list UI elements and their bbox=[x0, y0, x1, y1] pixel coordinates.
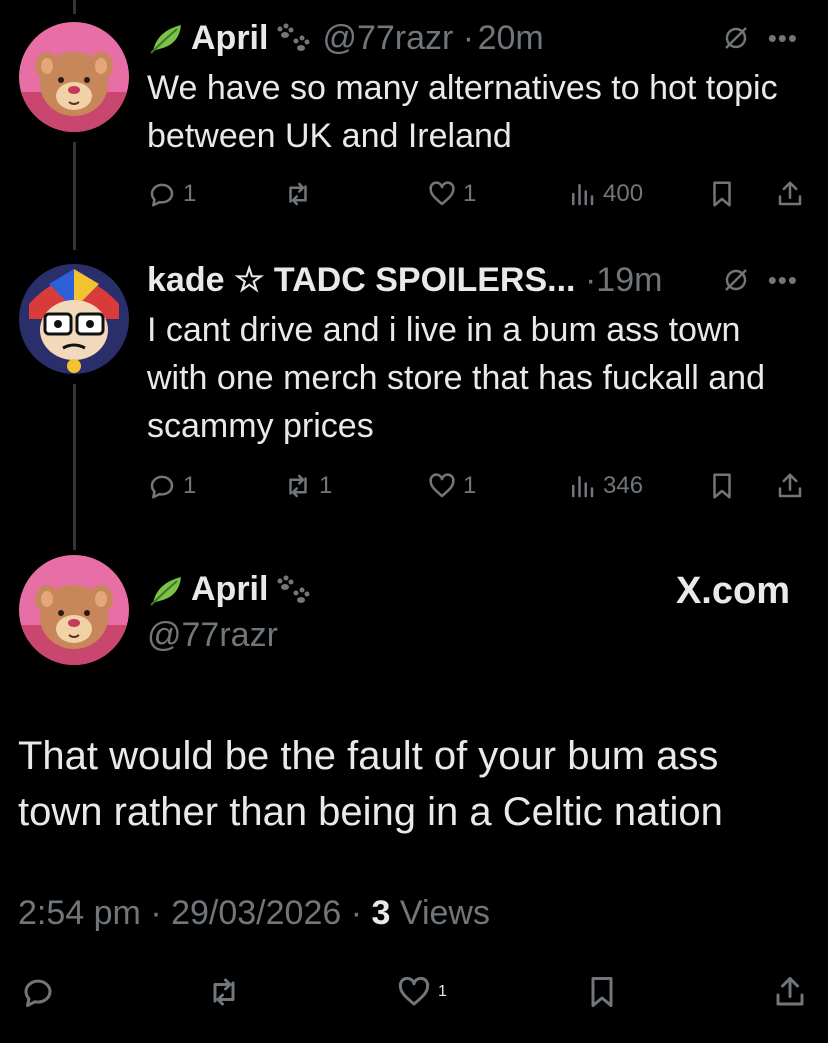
tweet-thread-view: April @77razr · 20m ••• We have so many … bbox=[0, 0, 828, 1043]
share-button[interactable] bbox=[775, 466, 805, 506]
x-com-watermark: X.com bbox=[675, 570, 790, 612]
repost-icon bbox=[213, 978, 235, 1006]
tweet-text: I cant drive and i live in a bum ass tow… bbox=[147, 311, 765, 445]
like-button[interactable]: 1 bbox=[396, 972, 447, 1012]
more-icon[interactable]: ••• bbox=[768, 18, 798, 58]
main-handle[interactable]: @77razr bbox=[147, 616, 278, 655]
tweet-actions: 1 1 1 346 bbox=[147, 466, 817, 506]
share-button[interactable] bbox=[772, 972, 808, 1012]
tweet-header: kade ☆ TADC SPOILERS... · 19m ••• bbox=[147, 260, 798, 300]
bookmark-button[interactable] bbox=[707, 466, 737, 506]
like-count: 1 bbox=[463, 472, 477, 499]
views-count: 3 bbox=[371, 894, 391, 932]
views-label: Views bbox=[399, 894, 490, 932]
avatar-image-lion-cub bbox=[19, 555, 129, 665]
reply-icon bbox=[150, 183, 174, 207]
dot-separator: · bbox=[150, 894, 172, 932]
avatar[interactable] bbox=[19, 22, 129, 132]
heart-icon bbox=[429, 473, 455, 498]
share-icon bbox=[776, 977, 804, 1006]
thread-line-1 bbox=[73, 142, 76, 250]
paw-prints-emoji-icon bbox=[277, 23, 310, 51]
bookmark-icon bbox=[713, 473, 731, 499]
share-icon bbox=[778, 473, 802, 498]
main-tweet-text: That would be the fault of your bum ass … bbox=[18, 734, 723, 834]
thread-line-top bbox=[73, 0, 76, 14]
display-name[interactable]: kade ☆ TADC SPOILERS... bbox=[147, 260, 576, 300]
main-avatar[interactable] bbox=[19, 555, 129, 665]
reply-icon bbox=[24, 979, 52, 1007]
timestamp[interactable]: 20m bbox=[478, 18, 544, 58]
views-chart-icon bbox=[572, 184, 594, 206]
reply-button[interactable]: 1 bbox=[147, 174, 196, 214]
tweet-header: April @77razr · 20m ••• bbox=[147, 18, 798, 58]
like-count: 1 bbox=[463, 180, 477, 207]
main-tweet-actions: 1 bbox=[0, 972, 828, 1016]
repost-icon bbox=[289, 474, 307, 498]
views-count: 400 bbox=[603, 180, 644, 207]
avatar-image-jester bbox=[19, 264, 129, 374]
tweet-text: We have so many alternatives to hot topi… bbox=[147, 69, 778, 155]
thread-line-2 bbox=[73, 384, 76, 550]
leaf-emoji-icon bbox=[150, 576, 181, 606]
bookmark-button[interactable] bbox=[584, 972, 620, 1012]
reply-button[interactable] bbox=[20, 972, 56, 1012]
reply-count: 1 bbox=[183, 180, 197, 207]
reply-icon bbox=[150, 475, 174, 499]
handle[interactable]: @77razr bbox=[322, 18, 453, 58]
bookmark-icon bbox=[713, 181, 731, 207]
heart-icon bbox=[429, 181, 455, 206]
bookmark-icon bbox=[591, 977, 613, 1007]
repost-button[interactable] bbox=[283, 174, 319, 214]
tweet-meta: 2:54 pm · 29/03/2026 · 3 Views bbox=[18, 894, 490, 933]
share-icon bbox=[778, 181, 802, 206]
like-button[interactable]: 1 bbox=[427, 174, 476, 214]
post-time[interactable]: 2:54 pm bbox=[18, 894, 141, 932]
repost-icon bbox=[289, 182, 307, 206]
main-display-name[interactable]: April bbox=[147, 570, 312, 609]
reply-button[interactable]: 1 bbox=[147, 466, 196, 506]
avatar-image-lion-cub bbox=[19, 22, 129, 132]
like-button[interactable]: 1 bbox=[427, 466, 476, 506]
share-button[interactable] bbox=[775, 174, 805, 214]
timestamp[interactable]: 19m bbox=[596, 260, 662, 300]
views-chart-icon bbox=[572, 476, 594, 498]
grok-icon[interactable] bbox=[722, 24, 750, 52]
views-button[interactable]: 400 bbox=[567, 174, 643, 214]
post-date[interactable]: 29/03/2026 bbox=[171, 894, 341, 932]
views-button[interactable]: 346 bbox=[567, 466, 643, 506]
more-icon[interactable]: ••• bbox=[768, 260, 798, 300]
reply-count: 1 bbox=[183, 472, 197, 499]
repost-button[interactable] bbox=[206, 972, 242, 1012]
display-name[interactable]: April bbox=[147, 18, 312, 58]
repost-count: 1 bbox=[319, 472, 333, 499]
avatar[interactable] bbox=[19, 264, 129, 374]
repost-button[interactable]: 1 bbox=[283, 466, 332, 506]
leaf-emoji-icon bbox=[150, 25, 181, 54]
bookmark-button[interactable] bbox=[707, 174, 737, 214]
tweet-actions: 1 1 400 bbox=[147, 174, 817, 214]
like-count: 1 bbox=[438, 983, 447, 1000]
heart-icon bbox=[398, 976, 430, 1006]
grok-icon[interactable] bbox=[722, 266, 750, 294]
dot-separator: · bbox=[350, 894, 372, 932]
dot-separator: · bbox=[575, 261, 597, 299]
paw-prints-emoji-icon bbox=[277, 575, 310, 603]
views-count: 346 bbox=[603, 472, 644, 499]
